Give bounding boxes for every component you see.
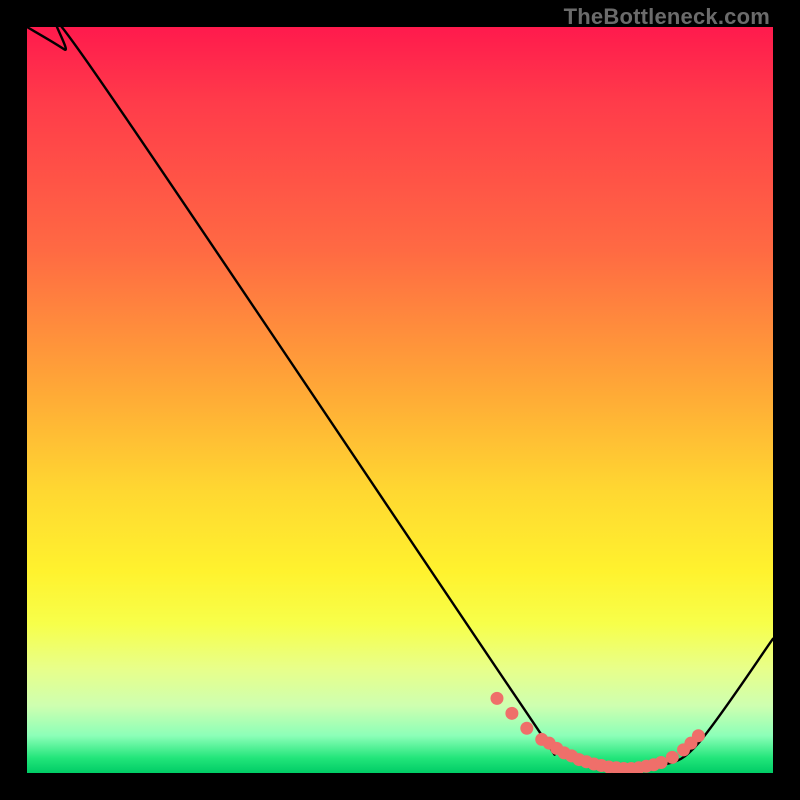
curve-layer bbox=[27, 27, 773, 769]
marker-dot bbox=[490, 692, 503, 705]
marker-dot bbox=[505, 707, 518, 720]
watermark-label: TheBottleneck.com bbox=[564, 4, 770, 30]
bottleneck-curve-path bbox=[27, 27, 773, 769]
marker-dot bbox=[655, 756, 668, 769]
marker-dots bbox=[490, 692, 704, 773]
marker-dot bbox=[520, 722, 533, 735]
marker-dot bbox=[692, 729, 705, 742]
chart-stage: TheBottleneck.com bbox=[0, 0, 800, 800]
chart-svg bbox=[27, 27, 773, 773]
marker-dot bbox=[666, 751, 679, 764]
plot-area bbox=[27, 27, 773, 773]
